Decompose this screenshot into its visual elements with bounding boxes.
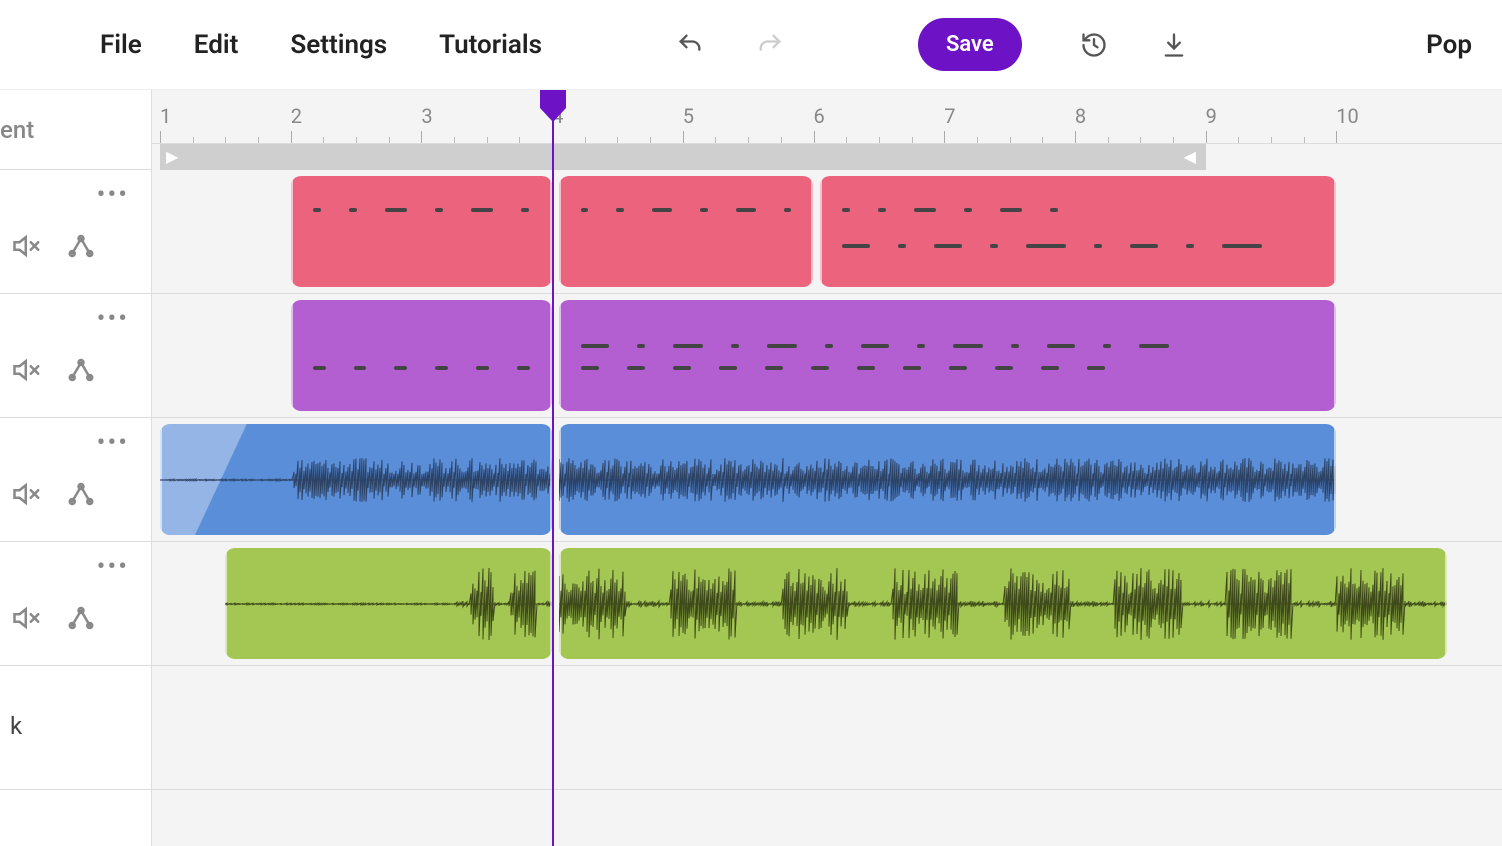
menu-file[interactable]: File [100, 30, 142, 60]
playhead-flag-icon[interactable] [536, 90, 570, 120]
waveform-icon [225, 564, 552, 644]
loop-end-arrow-icon[interactable]: ◀ [1184, 147, 1196, 166]
undo-icon[interactable] [676, 31, 704, 59]
save-button[interactable]: Save [918, 18, 1022, 71]
clip[interactable] [225, 548, 552, 659]
ruler-tick: 1 [160, 104, 171, 128]
side-header-label: ent [0, 116, 34, 144]
ruler-tick: 2 [291, 104, 302, 128]
clip[interactable] [820, 176, 1336, 287]
mute-icon[interactable] [12, 603, 42, 637]
mute-icon[interactable] [12, 479, 42, 513]
track-row[interactable] [152, 666, 1502, 790]
waveform-icon [559, 564, 1448, 644]
ruler-tick: 10 [1336, 104, 1358, 128]
track-options-icon[interactable]: ••• [97, 180, 129, 210]
timeline[interactable]: 12345678910 ▶◀ [152, 90, 1502, 846]
track-header: ••• [0, 170, 151, 294]
waveform-icon [559, 440, 1337, 520]
ruler-tick: 6 [814, 104, 825, 128]
ruler-tick: 5 [683, 104, 694, 128]
track-header: ••• [0, 542, 151, 666]
genre-label[interactable]: Pop [1426, 30, 1472, 60]
menubar: File Edit Settings Tutorials Save Pop [0, 0, 1502, 90]
clip[interactable] [160, 424, 552, 535]
menu-tutorials[interactable]: Tutorials [439, 30, 542, 60]
empty-track-label: k [10, 712, 22, 740]
loop-bar[interactable]: ▶◀ [152, 144, 1502, 170]
track-options-icon[interactable]: ••• [97, 304, 129, 334]
mute-icon[interactable] [12, 231, 42, 265]
download-icon[interactable] [1160, 31, 1188, 59]
track-row[interactable] [152, 170, 1502, 294]
ruler-tick: 3 [421, 104, 432, 128]
ruler-tick: 7 [944, 104, 955, 128]
clip[interactable] [291, 300, 552, 411]
loop-range[interactable] [160, 144, 1206, 170]
automation-icon[interactable] [66, 231, 96, 265]
track-options-icon[interactable]: ••• [97, 552, 129, 582]
playhead[interactable] [552, 90, 554, 846]
ruler-tick: 8 [1075, 104, 1086, 128]
clip[interactable] [559, 424, 1337, 535]
menu-edit[interactable]: Edit [194, 30, 239, 60]
track-header: ••• [0, 294, 151, 418]
clip[interactable] [291, 176, 552, 287]
automation-icon[interactable] [66, 479, 96, 513]
mute-icon[interactable] [12, 355, 42, 389]
track-options-icon[interactable]: ••• [97, 428, 129, 458]
automation-icon[interactable] [66, 355, 96, 389]
track-row[interactable] [152, 418, 1502, 542]
side-header: ent [0, 90, 151, 170]
empty-track-header: k [0, 666, 151, 790]
clip[interactable] [559, 176, 814, 287]
automation-icon[interactable] [66, 603, 96, 637]
loop-start-arrow-icon[interactable]: ▶ [166, 147, 178, 166]
ruler-tick: 9 [1206, 104, 1217, 128]
track-row[interactable] [152, 542, 1502, 666]
menu-settings[interactable]: Settings [290, 30, 387, 60]
track-side-panel: ent ••• ••• ••• ••• k [0, 90, 152, 846]
workspace: ent ••••••••••••k 12345678910 ▶◀ [0, 90, 1502, 846]
waveform-icon [160, 440, 552, 520]
tracks-area [152, 170, 1502, 790]
redo-icon [756, 31, 784, 59]
clip[interactable] [559, 300, 1337, 411]
clip[interactable] [559, 548, 1448, 659]
track-row[interactable] [152, 294, 1502, 418]
ruler[interactable]: 12345678910 [152, 90, 1502, 144]
history-icon[interactable] [1080, 31, 1108, 59]
track-header: ••• [0, 418, 151, 542]
